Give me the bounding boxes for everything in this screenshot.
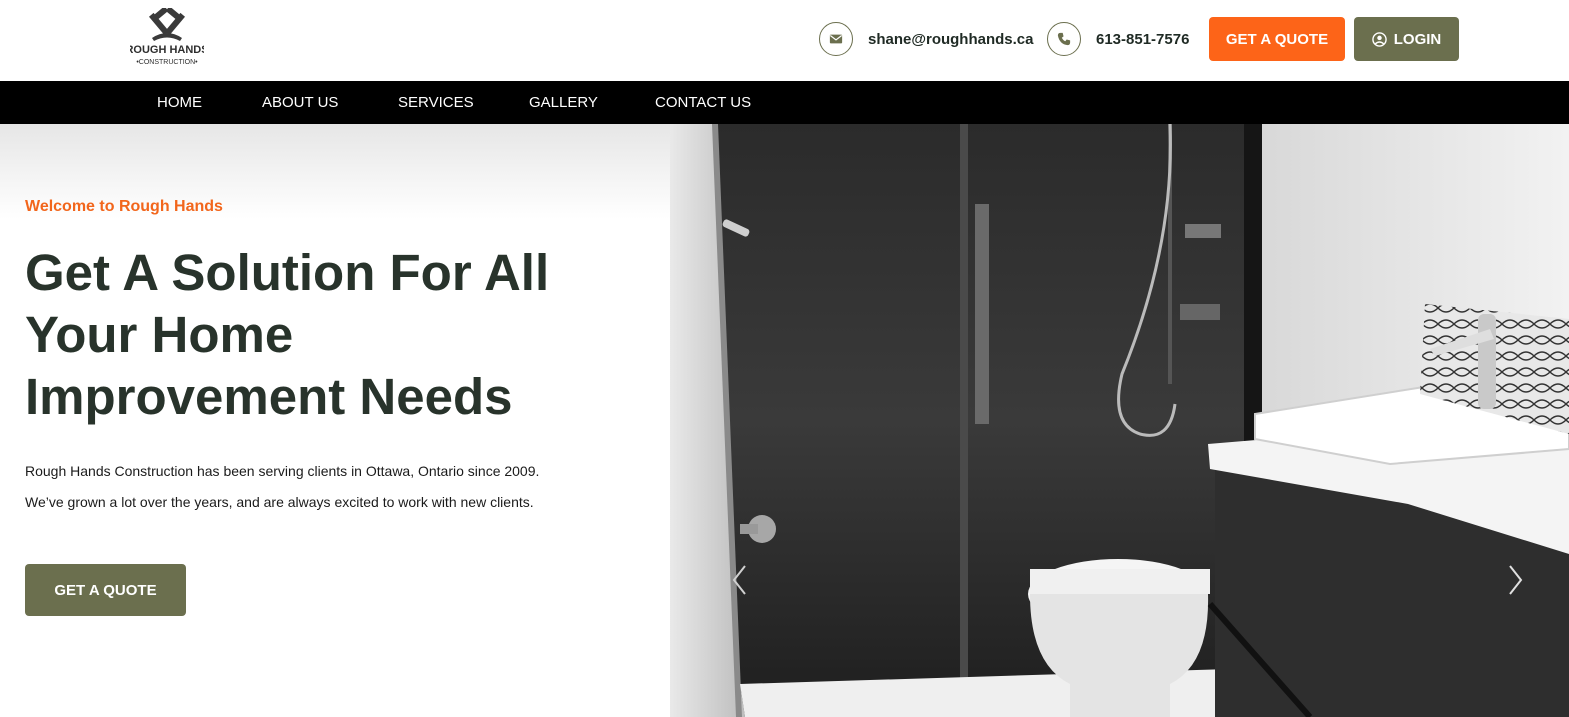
phone-icon [1047, 22, 1081, 56]
hero-heading: Get A Solution For All Your Home Improve… [25, 242, 645, 428]
nav-item-home[interactable]: HOME [157, 81, 202, 124]
logo-text-primary: ROUGH HANDS [130, 44, 204, 56]
login-button-label: LOGIN [1393, 30, 1442, 48]
main-nav: HOME ABOUT US SERVICES GALLERY CONTACT U… [0, 81, 1569, 124]
user-circle-icon [1371, 31, 1387, 47]
email-link[interactable]: shane@roughhands.ca [868, 31, 1034, 48]
email-contact[interactable]: shane@roughhands.ca [819, 22, 1034, 56]
phone-link[interactable]: 613-851-7576 [1096, 31, 1189, 48]
hero-description-line-2: We’ve grown a lot over the years, and ar… [25, 494, 534, 510]
login-button[interactable]: LOGIN [1354, 17, 1459, 61]
bathroom-photo [670, 124, 1569, 717]
get-a-quote-button-hero[interactable]: GET A QUOTE [25, 564, 186, 616]
hero-heading-line-1: Get A Solution For All [25, 244, 550, 301]
phone-contact[interactable]: 613-851-7576 [1047, 22, 1189, 56]
logo-mark: ROUGH HANDS •CONSTRUCTION• [130, 8, 204, 66]
hero-description-line-1: Rough Hands Construction has been servin… [25, 463, 540, 479]
hero-description: Rough Hands Construction has been servin… [25, 456, 539, 518]
nav-item-services[interactable]: SERVICES [398, 81, 474, 124]
get-a-quote-button-header[interactable]: GET A QUOTE [1209, 17, 1345, 61]
nav-item-gallery[interactable]: GALLERY [529, 81, 598, 124]
hero-heading-line-2: Your Home [25, 306, 294, 363]
chevron-right-icon[interactable] [1506, 562, 1526, 598]
site-header: ROUGH HANDS •CONSTRUCTION• shane@roughha… [0, 0, 1569, 81]
nav-item-contact-us[interactable]: CONTACT US [655, 81, 751, 124]
chevron-left-icon[interactable] [729, 562, 749, 598]
hero-eyebrow: Welcome to Rough Hands [25, 198, 223, 215]
hero-slider-image [670, 124, 1569, 717]
site-logo[interactable]: ROUGH HANDS •CONSTRUCTION• [130, 8, 204, 70]
nav-item-about-us[interactable]: ABOUT US [262, 81, 338, 124]
logo-text-secondary: •CONSTRUCTION• [136, 59, 198, 66]
envelope-icon [819, 22, 853, 56]
hero-heading-line-3: Improvement Needs [25, 368, 513, 425]
